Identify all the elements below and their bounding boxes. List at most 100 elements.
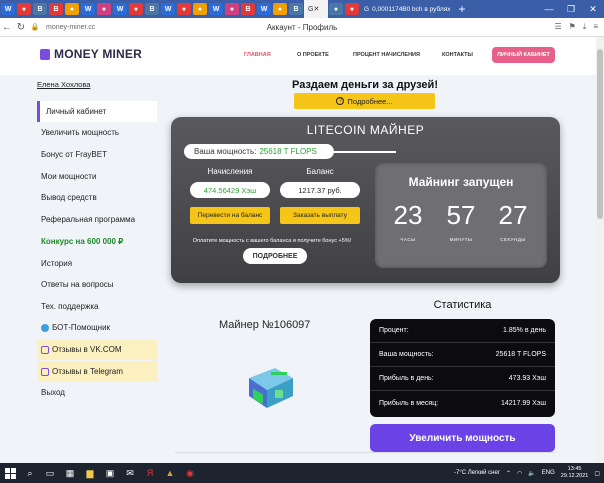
tab-icon[interactable]: ● <box>97 3 111 15</box>
sidebar-item-label: Ответы на вопросы <box>41 280 114 289</box>
tab-icon[interactable]: ● <box>65 3 79 15</box>
sidebar-item-referral[interactable]: Реферальная программа <box>37 209 157 230</box>
url-field[interactable]: money-miner.cc <box>46 24 95 31</box>
cabinet-button[interactable]: ЛИЧНЫЙ КАБИНЕТ <box>492 47 555 63</box>
close-icon[interactable]: ✕ <box>582 4 604 15</box>
stats-value: 14217.99 Хэш <box>501 399 546 407</box>
volume-icon[interactable]: 🔈 <box>528 470 535 477</box>
balance-value: 1217.37 руб. <box>280 182 360 198</box>
language-indicator[interactable]: ENG <box>542 470 555 476</box>
timer-seconds: 27 <box>498 200 528 230</box>
tab-favicon: G <box>308 5 314 13</box>
timer-hours: 23 <box>393 200 423 230</box>
tab-icon[interactable]: B <box>241 3 255 15</box>
accruals-value: 474.56429 Хэш <box>190 182 270 198</box>
menu-icon[interactable]: ≡ <box>593 22 598 32</box>
power-value: 25618 T FLOPS <box>259 147 317 156</box>
sidebar-item-contest[interactable]: Конкурс на 600 000 ₽ <box>37 231 157 252</box>
promo-more-button[interactable]: ? Подробнее... <box>294 93 435 109</box>
address-bar: ← ↻ 🔒 money-miner.cc Аккаунт - Профиль ☰… <box>0 18 604 37</box>
windows-start-icon[interactable] <box>0 463 20 483</box>
widgets-icon[interactable]: ▦ <box>60 463 80 483</box>
timer-minutes: 57 <box>446 200 476 230</box>
tab-icon[interactable]: W <box>209 3 223 15</box>
lock-icon: 🔒 <box>30 24 40 31</box>
minimize-icon[interactable]: — <box>538 4 560 14</box>
tab-icon[interactable]: ● <box>193 3 207 15</box>
transfer-to-balance-button[interactable]: Перевести на баланс <box>190 207 270 224</box>
order-payout-button[interactable]: Заказать выплату <box>280 207 360 224</box>
sidebar-item-history[interactable]: История <box>37 253 157 274</box>
notifications-icon[interactable]: ▢ <box>594 470 600 477</box>
sidebar-item-label: Личный кабинет <box>46 107 107 116</box>
new-tab-button[interactable]: + <box>458 2 465 16</box>
bookmark-icon[interactable]: ⚑ <box>569 22 576 32</box>
username[interactable]: Елена Хохлова <box>37 80 90 89</box>
task-view-icon[interactable]: ▭ <box>40 463 60 483</box>
scrollbar-thumb[interactable] <box>597 49 603 219</box>
tab-bch-rub[interactable]: G 0,0001174B0 bch в рублях <box>360 2 454 16</box>
mail-icon[interactable]: ✉ <box>120 463 140 483</box>
active-tab[interactable]: G ✕ <box>304 0 328 18</box>
nav-percent[interactable]: ПРОЦЕНТ НАЧИСЛЕНИЯ <box>353 52 420 58</box>
sidebar-item-label: Вывод средств <box>41 193 97 202</box>
store-icon[interactable]: ▣ <box>100 463 120 483</box>
tab-icon[interactable]: ● <box>329 3 343 15</box>
yandex-icon[interactable]: Я <box>140 463 160 483</box>
tab-icon[interactable]: ● <box>129 3 143 15</box>
power-indicator: Ваша мощность: 25618 T FLOPS <box>184 144 334 159</box>
tab-icon[interactable]: ● <box>345 3 359 15</box>
sidebar-item-vk-reviews[interactable]: Отзывы в VK.COM <box>37 339 157 360</box>
nav-home[interactable]: ГЛАВНАЯ <box>244 52 271 58</box>
sidebar-item-withdraw[interactable]: Вывод средств <box>37 187 157 208</box>
sidebar-item-telegram-reviews[interactable]: Отзывы в Telegram <box>37 361 157 382</box>
chat-icon <box>41 345 49 354</box>
stats-value: 473.93 Хэш <box>508 375 546 382</box>
download-icon[interactable]: ⤓ <box>583 22 587 32</box>
tab-icon[interactable]: B <box>33 3 47 15</box>
tab-icon[interactable]: W <box>1 3 15 15</box>
tab-icon[interactable]: W <box>161 3 175 15</box>
maximize-icon[interactable]: ❐ <box>560 4 582 15</box>
bookmarks-icon[interactable]: ☰ <box>554 22 561 32</box>
sidebar-item-fraybet-bonus[interactable]: Бонус от FrayBET <box>37 144 157 165</box>
app-icon[interactable]: ▲ <box>160 463 180 483</box>
sidebar-item-cabinet[interactable]: Личный кабинет <box>37 101 157 122</box>
network-icon[interactable]: ◠ <box>517 470 522 477</box>
reload-icon[interactable]: ↻ <box>14 22 28 33</box>
nav-contacts[interactable]: КОНТАКТЫ <box>442 52 473 58</box>
chevron-up-icon[interactable]: ⌃ <box>506 470 511 477</box>
tab-icon[interactable]: W <box>81 3 95 15</box>
sidebar-item-support[interactable]: Тех. поддержка <box>37 296 157 317</box>
tab-icon[interactable]: ● <box>273 3 287 15</box>
yandex-browser-icon[interactable]: ◉ <box>180 463 200 483</box>
sidebar-item-bot[interactable]: БОТ-Помощник <box>37 317 157 338</box>
more-button[interactable]: ПОДРОБНЕЕ <box>243 248 307 264</box>
tab-icon[interactable]: ● <box>177 3 191 15</box>
weather-text[interactable]: -7°C Легкий снег <box>454 470 500 476</box>
tab-icon[interactable]: W <box>257 3 271 15</box>
sidebar-item-label: Отзывы в Telegram <box>52 367 123 376</box>
miner-title: LITECOIN МАЙНЕР <box>306 123 425 137</box>
tab-icon[interactable]: W <box>113 3 127 15</box>
sidebar-item-my-power[interactable]: Мои мощности <box>37 166 157 187</box>
sidebar-item-faq[interactable]: Ответы на вопросы <box>37 274 157 295</box>
sidebar-item-increase-power[interactable]: Увеличить мощность <box>37 122 157 143</box>
logo[interactable]: MONEY MINER <box>40 47 142 61</box>
tab-icon[interactable]: B <box>49 3 63 15</box>
scrollbar[interactable] <box>596 37 604 463</box>
stats-value: 1.85% в день <box>503 327 546 334</box>
nav-about[interactable]: О ПРОЕКТЕ <box>297 52 329 58</box>
sidebar-item-logout[interactable]: Выход <box>37 382 157 403</box>
folder-icon[interactable]: ▆ <box>80 463 100 483</box>
tab-icon[interactable]: ● <box>225 3 239 15</box>
tab-icon[interactable]: B <box>289 3 303 15</box>
tab-icon[interactable]: B <box>145 3 159 15</box>
search-icon[interactable]: ⌕ <box>20 463 40 483</box>
site-header: MONEY MINER ГЛАВНАЯ О ПРОЕКТЕ ПРОЦЕНТ НА… <box>0 37 596 75</box>
clock[interactable]: 13:45 29.12.2021 <box>561 466 589 480</box>
sidebar-item-label: Бонус от FrayBET <box>41 150 107 159</box>
increase-power-button[interactable]: Увеличить мощность <box>370 424 555 452</box>
tab-icon[interactable]: ● <box>17 3 31 15</box>
back-icon[interactable]: ← <box>0 22 14 33</box>
